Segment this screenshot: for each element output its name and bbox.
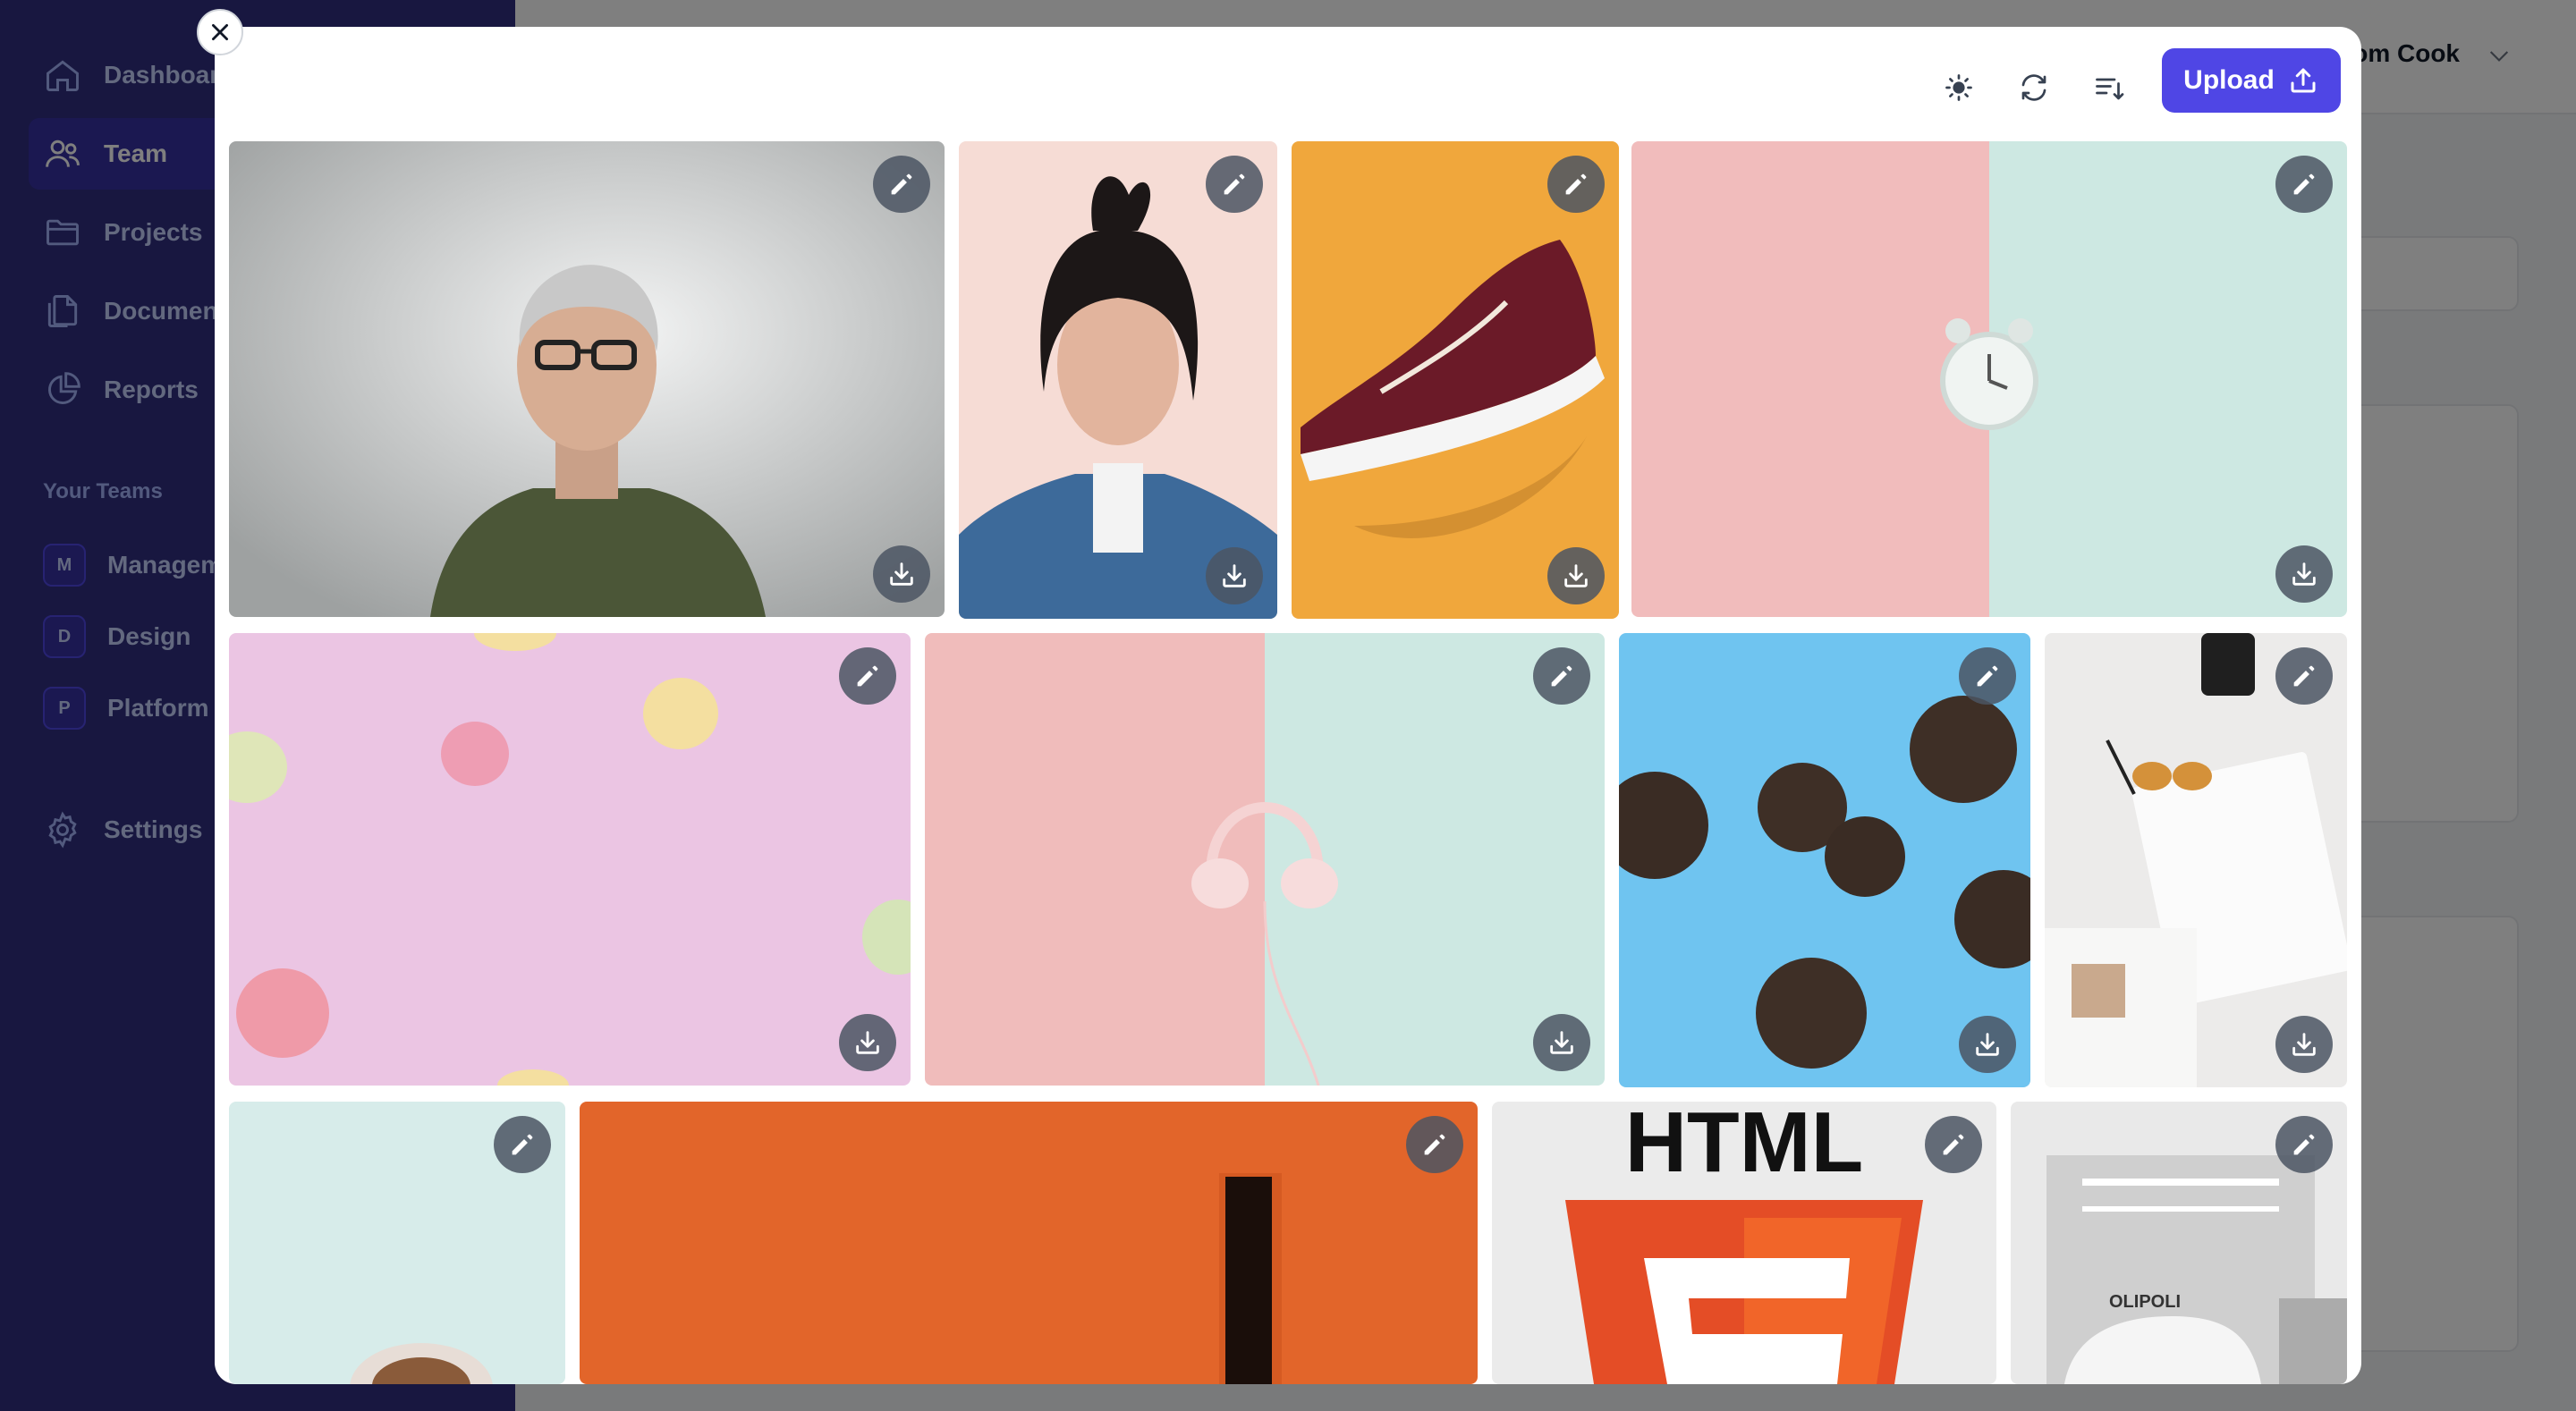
download-icon xyxy=(1550,1031,1573,1054)
download-icon xyxy=(2292,562,2316,586)
download-image-button[interactable] xyxy=(2275,1016,2333,1073)
pencil-icon xyxy=(1565,173,1587,195)
download-image-button[interactable] xyxy=(1959,1016,2016,1073)
edit-image-button[interactable] xyxy=(2275,647,2333,705)
edit-image-button[interactable] xyxy=(1533,647,1590,705)
pencil-icon xyxy=(1424,1134,1445,1155)
download-icon xyxy=(856,1031,879,1054)
download-icon xyxy=(1564,564,1588,587)
pencil-icon xyxy=(1551,665,1572,687)
logo-text: HTML xyxy=(1625,1102,1864,1190)
edit-image-button[interactable] xyxy=(494,1116,551,1173)
image-tile-cookies[interactable] xyxy=(1619,633,2030,1087)
media-library-modal: Upload HTML OLIPOLI xyxy=(215,27,2361,1384)
image-alarm-clock xyxy=(1631,141,2347,617)
image-tile-coffee-cup[interactable] xyxy=(229,1102,565,1384)
brightness-button[interactable] xyxy=(1930,59,1987,116)
upload-button[interactable]: Upload xyxy=(2162,48,2341,113)
pencil-icon xyxy=(857,665,878,687)
brightness-icon xyxy=(1945,74,1972,101)
upload-label: Upload xyxy=(2183,65,2275,95)
download-icon xyxy=(1976,1033,1999,1056)
pencil-icon xyxy=(1943,1134,1964,1155)
upload-icon xyxy=(2291,68,2316,93)
close-icon xyxy=(212,24,228,40)
garage-sign-text: OLIPOLI xyxy=(2109,1292,2181,1312)
image-tile-sneaker[interactable] xyxy=(1292,141,1619,619)
pencil-icon xyxy=(1224,173,1245,195)
edit-image-button[interactable] xyxy=(1959,647,2016,705)
image-tile-orange-wall[interactable] xyxy=(580,1102,1478,1384)
edit-image-button[interactable] xyxy=(1406,1116,1463,1173)
image-cookies xyxy=(1619,633,2030,1087)
pencil-icon xyxy=(2293,665,2315,687)
download-image-button[interactable] xyxy=(1533,1014,1590,1071)
download-image-button[interactable] xyxy=(2275,545,2333,603)
image-tile-woman-portrait[interactable] xyxy=(959,141,1277,619)
image-tile-notebook-desk[interactable] xyxy=(2045,633,2347,1087)
edit-image-button[interactable] xyxy=(2275,156,2333,213)
pencil-icon xyxy=(891,173,912,195)
image-html5-logo: HTML xyxy=(1492,1102,1996,1384)
image-tile-garage-car[interactable]: OLIPOLI xyxy=(2011,1102,2347,1384)
download-image-button[interactable] xyxy=(873,545,930,603)
download-image-button[interactable] xyxy=(1547,547,1605,604)
pencil-icon xyxy=(2293,173,2315,195)
image-tile-man-portrait[interactable] xyxy=(229,141,945,617)
pencil-icon xyxy=(1977,665,1998,687)
image-man-portrait xyxy=(229,141,945,617)
edit-image-button[interactable] xyxy=(1547,156,1605,213)
pencil-icon xyxy=(512,1134,533,1155)
sort-button[interactable] xyxy=(2080,59,2138,116)
edit-image-button[interactable] xyxy=(1925,1116,1982,1173)
download-icon xyxy=(1223,564,1246,587)
download-image-button[interactable] xyxy=(839,1014,896,1071)
image-headphones xyxy=(925,633,1605,1086)
download-image-button[interactable] xyxy=(1206,547,1263,604)
image-tile-alarm-clock[interactable] xyxy=(1631,141,2347,617)
image-tile-html5-logo[interactable]: HTML xyxy=(1492,1102,1996,1384)
sort-icon xyxy=(2096,78,2124,100)
close-modal-button[interactable] xyxy=(197,9,243,55)
edit-image-button[interactable] xyxy=(2275,1116,2333,1173)
image-tile-headphones[interactable] xyxy=(925,633,1605,1086)
refresh-button[interactable] xyxy=(2005,59,2063,116)
download-icon xyxy=(2292,1033,2316,1056)
image-macarons xyxy=(229,633,911,1086)
image-orange-wall xyxy=(580,1102,1478,1384)
image-tile-macarons[interactable] xyxy=(229,633,911,1086)
edit-image-button[interactable] xyxy=(1206,156,1263,213)
refresh-icon xyxy=(2021,74,2046,101)
download-icon xyxy=(890,562,913,586)
edit-image-button[interactable] xyxy=(839,647,896,705)
edit-image-button[interactable] xyxy=(873,156,930,213)
pencil-icon xyxy=(2293,1134,2315,1155)
